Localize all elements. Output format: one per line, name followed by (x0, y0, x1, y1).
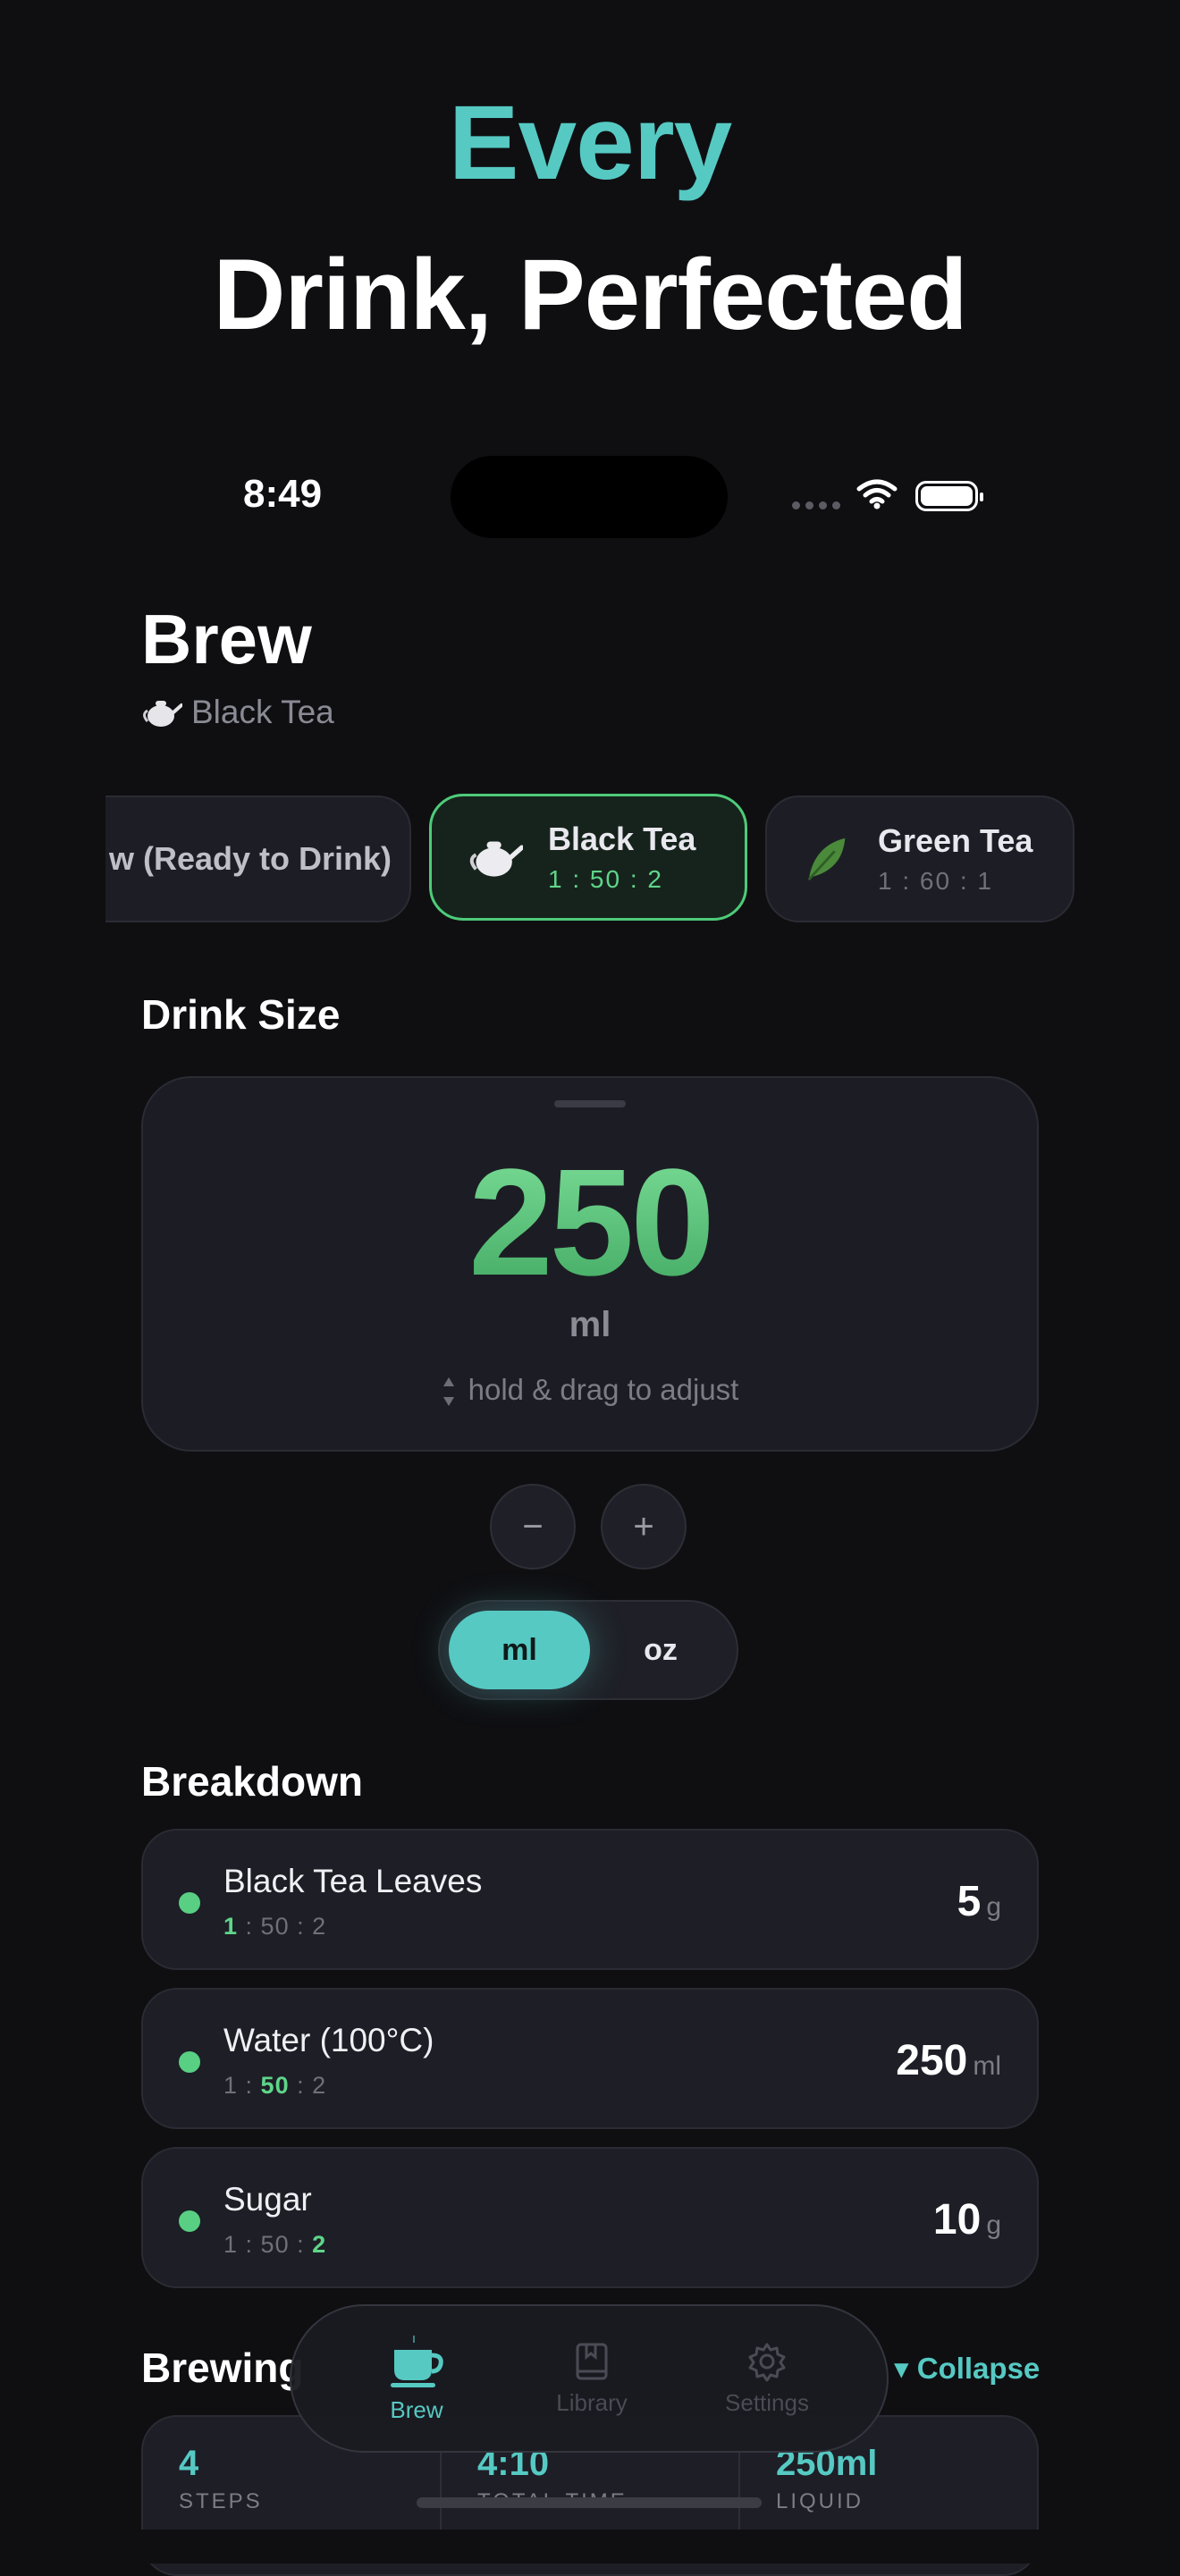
tab-bar: Brew Library Settings (290, 2304, 889, 2453)
stat-liquid: 250ml LIQUID (776, 2444, 877, 2514)
hero-title-line1: Every (448, 84, 733, 202)
leaf-icon (807, 838, 846, 881)
drink-card-black-tea[interactable]: Black Tea 1 : 50 : 2 (429, 794, 747, 921)
tab-library[interactable]: Library (502, 2306, 681, 2451)
breakdown-row: Black Tea Leaves 1 : 50 : 2 5g (141, 1829, 1039, 1970)
unit-toggle[interactable]: ml oz (438, 1600, 738, 1700)
unit-option-oz[interactable]: oz (590, 1611, 731, 1689)
stat-label: LIQUID (776, 2489, 864, 2513)
stats-divider (738, 2444, 740, 2533)
drink-card-name: Black Tea (548, 821, 696, 857)
current-drink-name: Black Tea (191, 694, 334, 730)
tab-brew[interactable]: Brew (327, 2306, 506, 2451)
ingredient-dot (179, 2051, 200, 2073)
stat-steps: 4 STEPS (179, 2444, 263, 2514)
drag-arrows-icon (442, 1377, 454, 1407)
drag-hint: hold & drag to adjust (0, 1373, 1180, 1410)
drink-selector[interactable]: w (Ready to Drink) Black Tea 1 : 50 : 2 … (105, 794, 1075, 924)
breakdown-row: Water (100°C) 1 : 50 : 2 250 ml (141, 1988, 1039, 2129)
teapot-icon (469, 841, 523, 877)
brewing-heading: Brewing (141, 2344, 304, 2391)
stat-value: 4 (179, 2444, 199, 2483)
status-time: 8:49 (243, 472, 323, 516)
stats-divider (440, 2444, 442, 2533)
battery-icon (915, 481, 983, 511)
dynamic-island (451, 456, 728, 538)
current-drink-label: Black Tea (141, 694, 334, 731)
increment-button[interactable]: + (601, 1484, 687, 1570)
ingredient-amount: 250 ml (896, 2037, 1001, 2084)
tab-label: Brew (390, 2395, 443, 2423)
ingredient-amount: 10 g (932, 2196, 1001, 2243)
unit-option-ml[interactable]: ml (449, 1611, 590, 1689)
collapse-button[interactable]: ▾ Collapse (894, 2351, 1040, 2386)
home-indicator[interactable] (417, 2497, 762, 2508)
drink-size-unit: ml (569, 1305, 611, 1344)
drink-card-ratio: 1 : 50 : 2 (548, 865, 663, 893)
ingredient-dot (179, 1892, 200, 1914)
page-title: Brew (141, 600, 312, 678)
bottom-fade (0, 2530, 1180, 2563)
tab-label: Library (556, 2388, 628, 2416)
hero-title-line2: Drink, Perfected (213, 239, 968, 350)
ingredient-name: Black Tea Leaves (223, 1863, 483, 1899)
drink-card-rtd[interactable]: w (Ready to Drink) (105, 796, 411, 922)
ingredient-name: Sugar (223, 2181, 312, 2218)
cup-icon (391, 2335, 443, 2387)
decrement-button[interactable]: − (490, 1484, 576, 1570)
cellular-signal-icon (792, 501, 840, 509)
ingredient-ratio: 1 : 50 : 2 (223, 2231, 327, 2258)
ingredient-ratio: 1 : 50 : 2 (223, 2072, 327, 2099)
breakdown-heading: Breakdown (141, 1758, 363, 1805)
tab-settings[interactable]: Settings (678, 2306, 856, 2451)
gear-icon (748, 2343, 786, 2381)
wifi-icon (856, 479, 898, 509)
ingredient-amount: 5g (957, 1878, 1001, 1925)
ingredient-dot (179, 2210, 200, 2232)
collapse-label: Collapse (916, 2352, 1041, 2385)
drag-hint-text: hold & drag to adjust (468, 1373, 739, 1406)
stat-label: STEPS (179, 2489, 263, 2513)
drag-handle[interactable] (554, 1100, 626, 1107)
ingredient-name: Water (100°C) (223, 2022, 434, 2058)
drink-size-value: 250 (0, 1135, 1180, 1310)
drink-size-heading: Drink Size (141, 991, 341, 1038)
drink-card-name: w (Ready to Drink) (109, 840, 392, 877)
drink-card-ratio: 1 : 60 : 1 (878, 867, 993, 895)
drink-card-name: Green Tea (878, 822, 1033, 859)
drink-card-green-tea[interactable]: Green Tea 1 : 60 : 1 (765, 796, 1075, 922)
breakdown-row: Sugar 1 : 50 : 2 10 g (141, 2147, 1039, 2288)
book-icon (576, 2343, 608, 2379)
ingredient-ratio: 1 : 50 : 2 (223, 1913, 327, 1940)
tab-label: Settings (725, 2388, 809, 2416)
teapot-icon (143, 701, 182, 727)
